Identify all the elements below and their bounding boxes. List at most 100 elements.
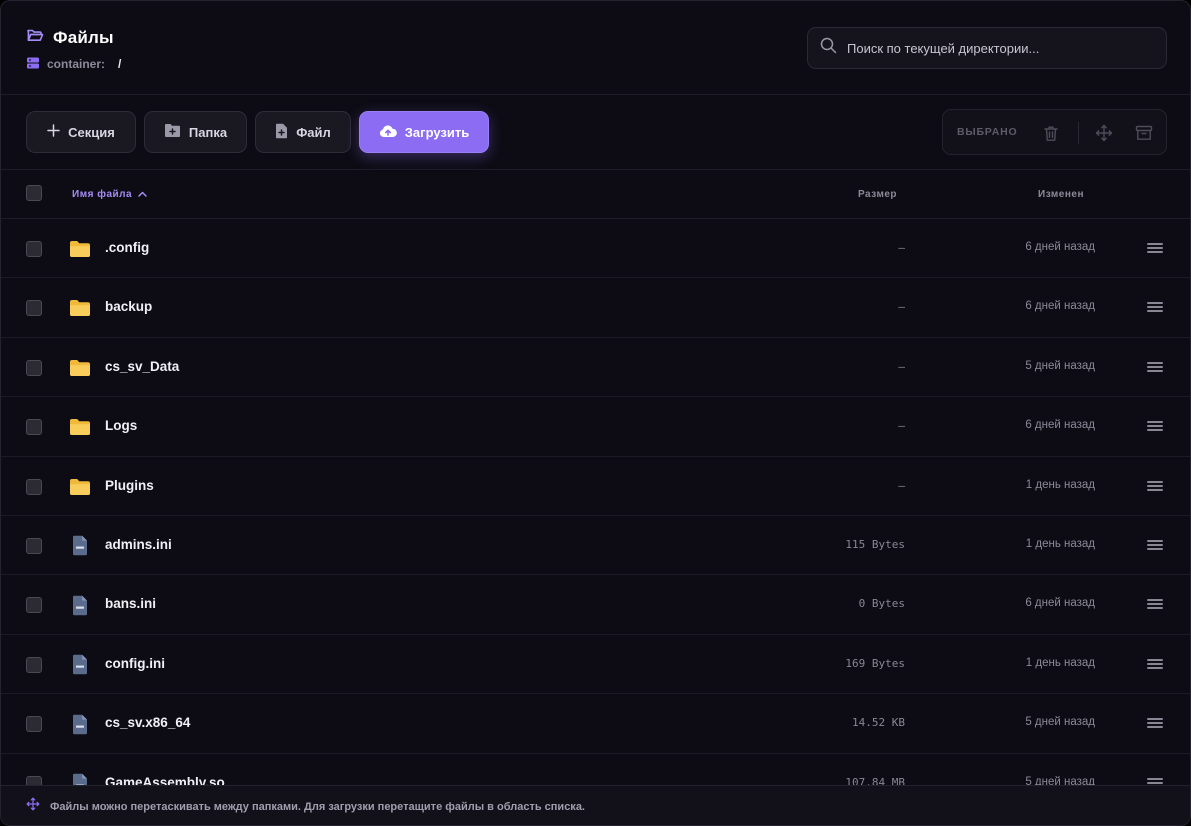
folder-icon	[68, 415, 92, 439]
archive-icon[interactable]	[1134, 123, 1154, 143]
cloud-upload-icon	[379, 124, 397, 141]
file-size: —	[898, 359, 905, 373]
row-menu-icon[interactable]	[1147, 419, 1163, 433]
row-checkbox[interactable]	[26, 300, 42, 317]
file-modified: 5 дней назад	[1025, 359, 1095, 372]
file-name[interactable]: backup	[105, 299, 152, 314]
selection-actions: ВЫБРАНО	[942, 109, 1167, 155]
folder-icon	[68, 356, 92, 380]
file-size: 107.84 MB	[845, 775, 905, 785]
file-size: 115 Bytes	[845, 537, 905, 551]
row-menu-icon[interactable]	[1147, 597, 1163, 611]
header: Файлы container: /	[1, 1, 1190, 95]
row-checkbox[interactable]	[26, 241, 42, 257]
trash-icon[interactable]	[1041, 123, 1061, 143]
file-modified: 1 день назад	[1025, 537, 1095, 550]
file-icon	[68, 712, 92, 736]
new-folder-button[interactable]: Папка	[144, 111, 247, 153]
file-icon	[68, 534, 92, 558]
file-name[interactable]: config.ini	[105, 656, 165, 671]
footer: Файлы можно перетаскивать между папками.…	[1, 785, 1190, 825]
title-row: Файлы	[26, 27, 114, 48]
row-menu-icon[interactable]	[1147, 657, 1163, 671]
table-row[interactable]: Plugins — 1 день назад	[1, 457, 1190, 516]
table-row[interactable]: backup — 6 дней назад	[1, 278, 1190, 338]
select-all-checkbox[interactable]	[26, 185, 42, 201]
folder-plus-icon	[164, 123, 181, 141]
file-modified: 1 день назад	[1025, 478, 1095, 491]
folder-icon	[68, 237, 92, 261]
row-menu-icon[interactable]	[1147, 241, 1163, 255]
file-name[interactable]: cs_sv_Data	[105, 359, 179, 374]
current-path[interactable]: /	[118, 57, 121, 71]
file-size: 14.52 KB	[852, 716, 905, 730]
row-menu-icon[interactable]	[1147, 538, 1163, 552]
table-row[interactable]: .config — 6 дней назад	[1, 219, 1190, 279]
file-size: —	[898, 478, 905, 492]
table-row[interactable]: Logs — 6 дней назад	[1, 397, 1190, 457]
selected-label: ВЫБРАНО	[957, 126, 1018, 138]
search-icon	[820, 37, 837, 59]
search-box[interactable]	[807, 27, 1167, 69]
toolbar: Секция Папка Файл Загрузить ВЫБРАНО	[1, 95, 1190, 170]
row-checkbox[interactable]	[26, 716, 42, 733]
move-icon[interactable]	[1094, 123, 1114, 143]
table-row[interactable]: cs_sv.x86_64 14.52 KB 5 дней назад	[1, 694, 1190, 754]
column-modified-header[interactable]: Изменен	[1038, 189, 1084, 200]
row-checkbox[interactable]	[26, 656, 42, 673]
row-menu-icon[interactable]	[1147, 479, 1163, 493]
file-size: 0 Bytes	[858, 597, 905, 611]
row-checkbox[interactable]	[26, 478, 42, 495]
add-section-button[interactable]: Секция	[26, 111, 136, 153]
folder-icon	[68, 475, 92, 499]
server-icon	[26, 56, 40, 72]
file-name[interactable]: cs_sv.x86_64	[105, 715, 190, 730]
table-row[interactable]: config.ini 169 Bytes 1 день назад	[1, 635, 1190, 695]
add-section-label: Секция	[68, 124, 115, 140]
chevron-up-icon	[138, 189, 147, 200]
column-name-header[interactable]: Имя файла	[72, 189, 147, 200]
new-file-label: Файл	[296, 124, 331, 140]
search-input[interactable]	[847, 40, 1166, 56]
file-name[interactable]: Logs	[105, 418, 137, 433]
row-checkbox[interactable]	[26, 419, 42, 436]
row-menu-icon[interactable]	[1147, 300, 1163, 314]
file-size: —	[898, 241, 905, 254]
file-icon	[68, 653, 92, 677]
file-icon	[68, 772, 92, 785]
move-hint-icon	[26, 797, 40, 816]
row-checkbox[interactable]	[26, 597, 42, 614]
column-name-label: Имя файла	[72, 189, 133, 200]
breadcrumb: container: /	[26, 56, 121, 72]
file-modified: 5 дней назад	[1025, 775, 1095, 785]
table-row[interactable]: admins.ini 115 Bytes 1 день назад	[1, 516, 1190, 576]
page-title: Файлы	[53, 27, 114, 47]
container-label: container:	[47, 57, 106, 71]
file-name[interactable]: Plugins	[105, 478, 154, 493]
table-row[interactable]: bans.ini 0 Bytes 6 дней назад	[1, 575, 1190, 635]
file-name[interactable]: .config	[105, 240, 149, 255]
file-size: 169 Bytes	[845, 656, 905, 670]
table-row[interactable]: GameAssembly.so 107.84 MB 5 дней назад	[1, 754, 1190, 785]
file-plus-icon	[275, 123, 288, 142]
row-menu-icon[interactable]	[1147, 360, 1163, 374]
row-checkbox[interactable]	[26, 775, 42, 785]
row-menu-icon[interactable]	[1147, 776, 1163, 785]
table-row[interactable]: cs_sv_Data — 5 дней назад	[1, 338, 1190, 398]
row-menu-icon[interactable]	[1147, 716, 1163, 730]
file-name[interactable]: GameAssembly.so	[105, 775, 225, 785]
upload-label: Загрузить	[404, 124, 470, 140]
new-file-button[interactable]: Файл	[255, 111, 351, 153]
file-name[interactable]: bans.ini	[105, 596, 156, 611]
file-size: —	[898, 300, 905, 314]
file-manager-window: Файлы container: / Поиск по текущей дире…	[0, 0, 1191, 826]
row-checkbox[interactable]	[26, 537, 42, 554]
column-size-header[interactable]: Размер	[858, 189, 897, 200]
file-modified: 5 дней назад	[1025, 716, 1095, 729]
folder-icon	[68, 296, 92, 320]
upload-button[interactable]: Загрузить	[359, 111, 489, 153]
plus-icon	[47, 124, 60, 140]
row-checkbox[interactable]	[26, 359, 42, 376]
file-modified: 1 день назад	[1025, 656, 1095, 669]
file-name[interactable]: admins.ini	[105, 537, 172, 552]
